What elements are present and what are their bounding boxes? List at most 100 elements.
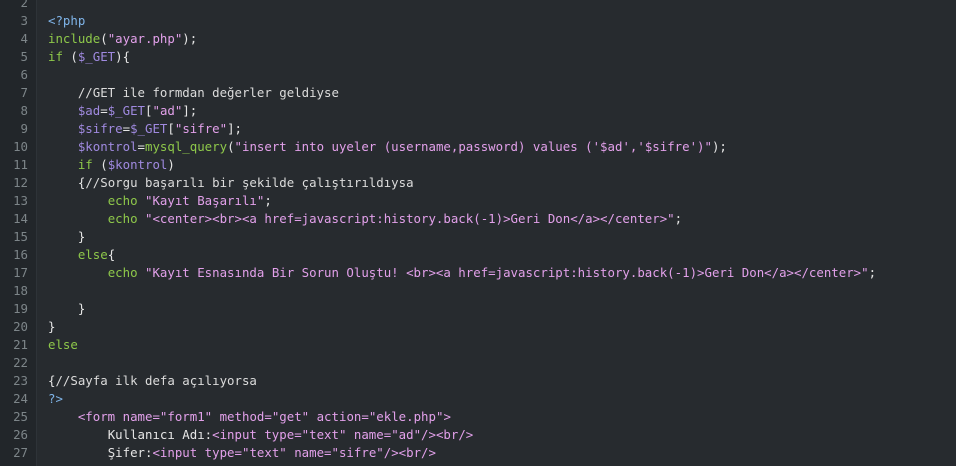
line-number: 13 [13, 193, 28, 208]
code-line[interactable]: 13 echo "Kayıt Başarılı"; [0, 192, 956, 210]
line-number: 3 [20, 13, 28, 28]
code-token: /><br/> [383, 445, 436, 460]
code-editor[interactable]: 2 3 <?php 4 include("ayar.php"); 5 if ($_GET){… [0, 0, 956, 466]
line-code: $sifre=$_GET["sifre"]; [48, 120, 242, 138]
code-line[interactable]: 22 [0, 354, 956, 372]
code-token: ( [227, 139, 235, 154]
line-code: echo "Kayıt Esnasında Bir Sorun Oluştu! … [48, 264, 876, 282]
line-code: Kullanıcı Adı:<input type="text" name="a… [48, 426, 474, 444]
code-token: echo [107, 265, 138, 280]
line-number: 27 [13, 445, 28, 460]
code-token: ]; [227, 121, 242, 136]
line-number: 23 [13, 373, 28, 388]
code-token: = [137, 139, 145, 154]
line-number: 4 [20, 31, 28, 46]
line-number: 11 [13, 157, 28, 172]
code-token: $kontrol [77, 139, 138, 154]
line-code: Şifer:<input type="text" name="sifre"/><… [48, 444, 436, 462]
code-line[interactable]: 25 <form name="form1" method="get" actio… [0, 408, 956, 426]
code-line[interactable]: 2 [0, 0, 956, 12]
code-line[interactable]: 5 if ($_GET){ [0, 48, 956, 66]
code-line[interactable]: 7 //GET ile formdan değerler geldiyse [0, 84, 956, 102]
line-code: } [48, 300, 85, 318]
code-line[interactable]: 26 Kullanıcı Adı:<input type="text" name… [0, 426, 956, 444]
code-token: name= [115, 409, 160, 424]
line-number: 10 [13, 139, 28, 154]
code-token: <input [152, 445, 198, 460]
code-line[interactable]: 18 [0, 282, 956, 300]
code-token: method= [212, 409, 272, 424]
code-token: ?> [48, 391, 63, 406]
code-token: <?php [48, 13, 86, 28]
code-line[interactable]: 9 $sifre=$_GET["sifre"]; [0, 120, 956, 138]
code-token: $_GET [130, 121, 168, 136]
code-line[interactable]: 12 {//Sorgu başarılı bir şekilde çalıştı… [0, 174, 956, 192]
code-token: "sifre" [331, 445, 384, 460]
code-token: ( [92, 157, 108, 172]
code-token: ( [62, 49, 78, 64]
code-line[interactable]: 17 echo "Kayıt Esnasında Bir Sorun Oluşt… [0, 264, 956, 282]
line-number: 24 [13, 391, 28, 406]
code-line[interactable]: 15 } [0, 228, 956, 246]
line-number: 9 [20, 121, 28, 136]
code-token: type= [256, 427, 302, 442]
line-number: 12 [13, 175, 28, 190]
code-token: "ad" [152, 103, 183, 118]
line-number: 26 [13, 427, 28, 442]
code-token: <input [212, 427, 257, 442]
line-code: if ($_GET){ [48, 48, 130, 66]
code-token: ); [182, 31, 198, 46]
code-token: $_GET [77, 49, 116, 64]
code-token: "ekle.php" [368, 409, 444, 424]
code-line[interactable]: 14 echo "<center><br><a href=javascript:… [0, 210, 956, 228]
line-code: <form name="form1" method="get" action="… [48, 408, 451, 426]
line-code: $ad=$_GET["ad"]; [48, 102, 197, 120]
line-number: 15 [13, 229, 28, 244]
code-token: type= [197, 445, 242, 460]
line-code: <?php [48, 12, 85, 30]
code-token: "sifre" [174, 121, 228, 136]
code-line[interactable]: 19 } [0, 300, 956, 318]
code-line[interactable]: 6 [0, 66, 956, 84]
line-code: echo "Kayıt Başarılı"; [48, 192, 272, 210]
code-token: if [77, 157, 93, 172]
line-number: 6 [20, 67, 28, 82]
code-line[interactable]: 23 {//Sayfa ilk defa açılıyorsa [0, 372, 956, 390]
code-token: echo [107, 193, 138, 208]
line-number: 22 [13, 355, 28, 370]
code-token: = [122, 121, 131, 136]
code-token: ]; [182, 103, 198, 118]
code-token: ); [711, 139, 727, 154]
line-code: } [48, 318, 55, 336]
code-line[interactable]: 24 ?> [0, 390, 956, 408]
code-line[interactable]: 27 Şifer:<input type="text" name="sifre"… [0, 444, 956, 462]
code-token: $_GET [107, 103, 146, 118]
code-token: { [107, 247, 116, 262]
line-number: 25 [13, 409, 28, 424]
code-line[interactable]: 4 include("ayar.php"); [0, 30, 956, 48]
code-line[interactable]: 10 $kontrol=mysql_query("insert into uye… [0, 138, 956, 156]
code-line[interactable]: 8 $ad=$_GET["ad"]; [0, 102, 956, 120]
code-line[interactable]: 21 else [0, 336, 956, 354]
line-code: include("ayar.php"); [48, 30, 197, 48]
code-line[interactable]: 20} [0, 318, 956, 336]
code-token: } [48, 319, 56, 334]
code-line[interactable]: 16 else{ [0, 246, 956, 264]
code-token: $sifre [77, 121, 123, 136]
line-code: else{ [48, 246, 115, 264]
code-line[interactable]: 3 <?php [0, 12, 956, 30]
line-number: 2 [20, 0, 28, 10]
code-line[interactable]: 11 if ($kontrol) [0, 156, 956, 174]
line-code: {//Sayfa ilk defa açılıyorsa [48, 372, 257, 390]
